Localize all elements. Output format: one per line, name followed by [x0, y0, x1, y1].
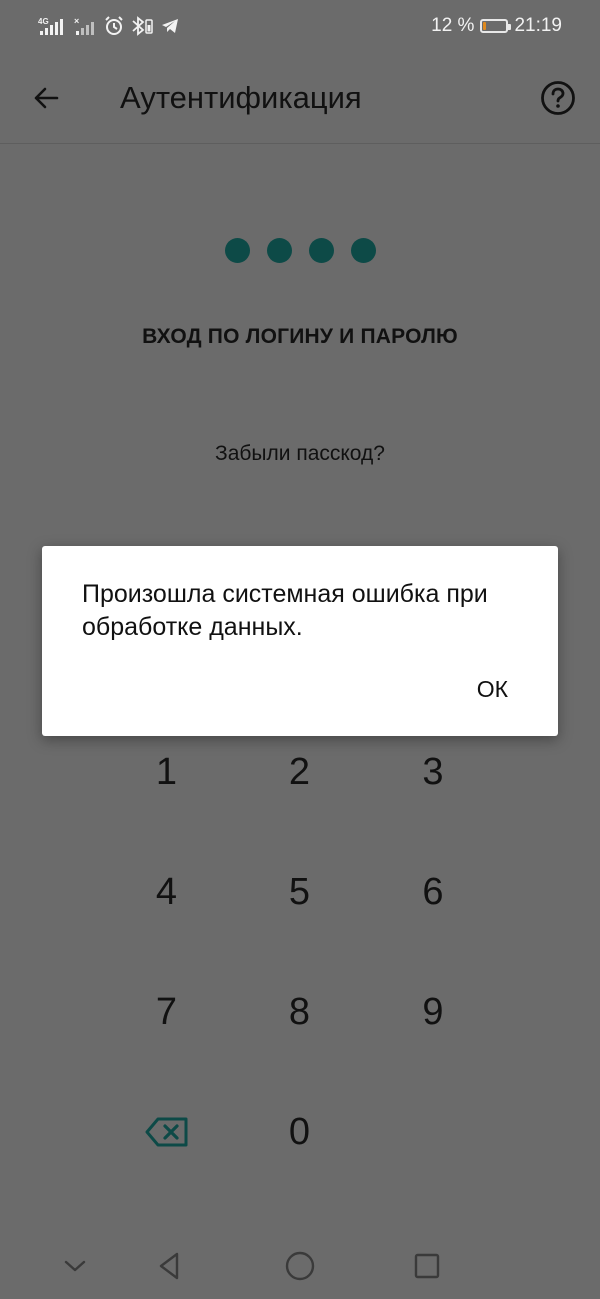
telegram-icon	[162, 19, 178, 33]
forgot-passcode-link[interactable]: Забыли пасскод?	[0, 442, 600, 466]
key-7[interactable]: 7	[100, 952, 233, 1072]
top-app-bar: Аутентификация	[0, 52, 600, 144]
signal-no-service-icon: ×	[74, 16, 94, 35]
svg-text:4G: 4G	[38, 17, 49, 26]
nav-collapse-button[interactable]	[55, 1246, 95, 1286]
passcode-dot	[350, 238, 376, 263]
back-button[interactable]	[22, 74, 70, 122]
dialog-message: Произошла системная ошибка при обработке…	[82, 580, 488, 641]
passcode-dot	[224, 238, 250, 263]
key-5[interactable]: 5	[233, 832, 366, 952]
help-button[interactable]	[536, 76, 580, 120]
question-circle-icon	[541, 81, 575, 115]
error-dialog: Произошла системная ошибка при обработке…	[42, 546, 558, 736]
recents-square-icon	[414, 1253, 440, 1279]
nav-recents-button[interactable]	[407, 1246, 447, 1286]
chevron-down-icon	[64, 1260, 86, 1272]
dialog-ok-button[interactable]: ОК	[469, 672, 516, 707]
numeric-keypad: 1234567890	[100, 712, 500, 1192]
backspace-button[interactable]	[100, 1072, 233, 1192]
status-icons-right: 12 % 21:19	[431, 14, 562, 38]
passcode-dot	[308, 238, 334, 263]
key-8[interactable]: 8	[233, 952, 366, 1072]
system-nav-bar	[0, 1234, 600, 1299]
key-4[interactable]: 4	[100, 832, 233, 952]
back-triangle-icon	[159, 1252, 179, 1280]
battery-icon	[480, 19, 512, 33]
home-circle-icon	[285, 1251, 315, 1281]
nav-home-button[interactable]	[280, 1246, 320, 1286]
key-9[interactable]: 9	[366, 952, 500, 1072]
svg-text:×: ×	[74, 16, 79, 26]
nav-back-button[interactable]	[150, 1246, 190, 1286]
passcode-dots	[0, 238, 600, 263]
clock: 21:19	[514, 15, 562, 36]
keypad-empty-cell	[366, 1072, 500, 1192]
screen: 4G × 12 % 21:19 Аутентификация ВХОД ПО Л…	[0, 0, 600, 1299]
status-icons-left: 4G ×	[38, 14, 180, 38]
status-bar: 4G × 12 % 21:19	[0, 0, 600, 52]
bluetooth-battery-icon	[132, 16, 153, 36]
page-title: Аутентификация	[120, 80, 362, 115]
battery-percent: 12 %	[431, 15, 475, 36]
login-password-link[interactable]: ВХОД ПО ЛОГИНУ И ПАРОЛЮ	[0, 325, 600, 349]
passcode-dot	[266, 238, 292, 263]
battery-level-fill	[483, 22, 487, 30]
key-6[interactable]: 6	[366, 832, 500, 952]
key-0[interactable]: 0	[233, 1072, 366, 1192]
signal-4g-icon: 4G	[38, 17, 63, 35]
alarm-icon	[105, 16, 123, 35]
backspace-icon	[145, 1117, 187, 1147]
arrow-left-icon	[34, 87, 59, 109]
